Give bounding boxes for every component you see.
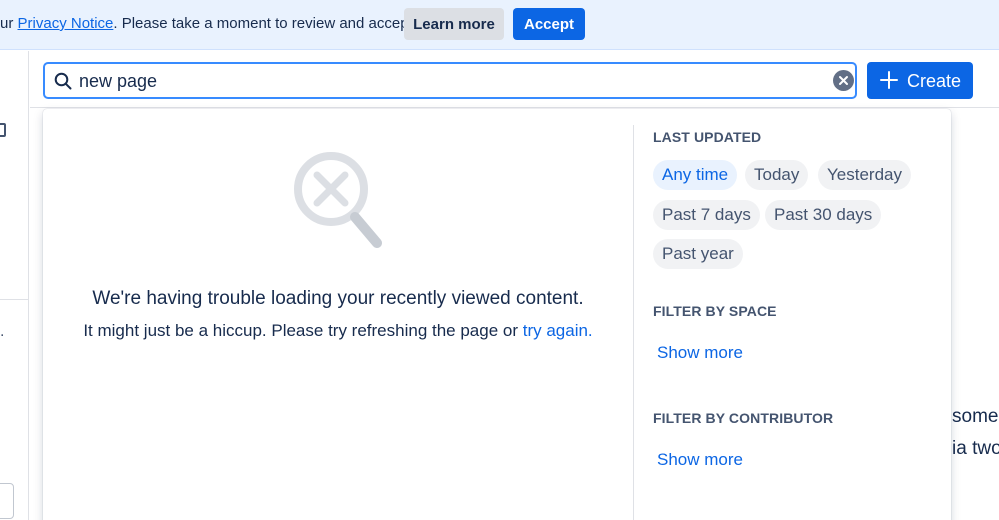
- learn-more-button[interactable]: Learn more: [404, 8, 504, 40]
- banner-prefix: ur: [0, 15, 18, 32]
- filter-chip-any-time[interactable]: Any time: [653, 160, 738, 190]
- left-sidebar: .: [0, 51, 29, 520]
- consent-banner: ur Privacy Notice. Please take a moment …: [0, 0, 999, 50]
- filter-chip-past-30-days[interactable]: Past 30 days: [765, 200, 882, 230]
- filter-chip-past-7-days[interactable]: Past 7 days: [653, 200, 760, 230]
- filter-chip-today[interactable]: Today: [745, 160, 809, 190]
- search-error-icon: [294, 152, 382, 248]
- filter-by-space-heading: FILTER BY SPACE: [653, 303, 777, 319]
- sidebar-toggle-icon[interactable]: [0, 123, 6, 137]
- try-again-link[interactable]: try again.: [523, 321, 593, 340]
- background-text: some l: [952, 406, 999, 427]
- accept-button[interactable]: Accept: [513, 8, 585, 40]
- filter-chip-yesterday[interactable]: Yesterday: [818, 160, 911, 190]
- filter-chip-past-year[interactable]: Past year: [653, 239, 743, 269]
- search-icon: [54, 72, 72, 90]
- panel-divider: [633, 125, 634, 520]
- banner-suffix: . Please take a moment to review and acc…: [113, 15, 417, 32]
- filter-by-contributor-heading: FILTER BY CONTRIBUTOR: [653, 410, 834, 426]
- error-message-text: It might just be a hiccup. Please try re…: [83, 321, 523, 340]
- background-text: ia two: [952, 438, 999, 459]
- last-updated-heading: LAST UPDATED: [653, 129, 762, 145]
- clear-icon[interactable]: [833, 70, 854, 91]
- banner-text: ur Privacy Notice. Please take a moment …: [0, 15, 417, 32]
- sidebar-divider: [0, 299, 29, 300]
- error-message: It might just be a hiccup. Please try re…: [43, 321, 633, 341]
- create-button[interactable]: Create: [867, 62, 973, 99]
- space-show-more-button[interactable]: Show more: [657, 343, 743, 363]
- topbar-divider: [30, 107, 999, 108]
- privacy-notice-link[interactable]: Privacy Notice: [18, 15, 114, 32]
- error-title: We're having trouble loading your recent…: [92, 288, 584, 309]
- plus-icon: [880, 71, 898, 89]
- create-label: Create: [907, 71, 962, 91]
- search-field[interactable]: [43, 62, 857, 99]
- sidebar-input-fragment[interactable]: [0, 483, 14, 519]
- contributor-show-more-button[interactable]: Show more: [657, 450, 743, 470]
- sidebar-text-fragment: .: [0, 323, 5, 340]
- search-input[interactable]: [79, 68, 819, 94]
- search-dropdown: We're having trouble loading your recent…: [43, 109, 951, 520]
